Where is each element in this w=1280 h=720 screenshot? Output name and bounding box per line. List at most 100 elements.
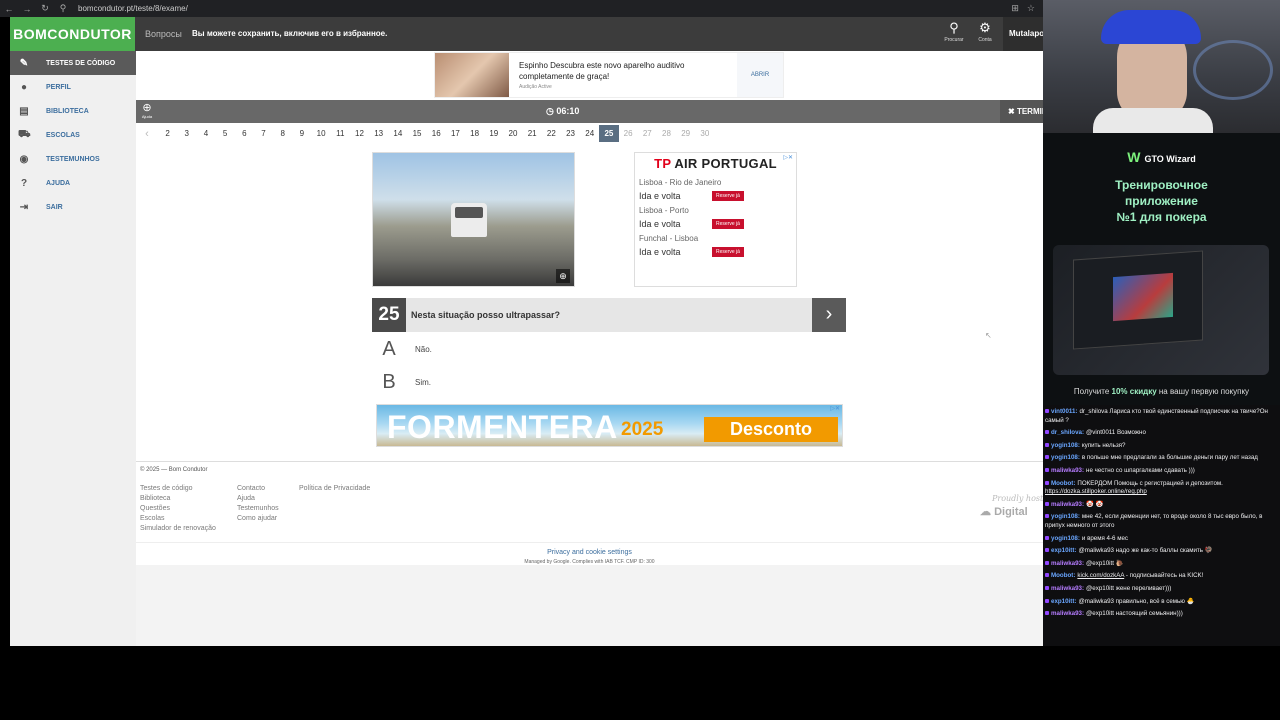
reload-icon[interactable]: ↻ xyxy=(36,3,54,14)
chat-username[interactable]: yogin108: xyxy=(1051,454,1080,461)
page-link-17[interactable]: 17 xyxy=(446,125,465,142)
page-link-15[interactable]: 15 xyxy=(407,125,426,142)
footer-link[interactable]: Testes de código xyxy=(140,484,216,494)
chat-message: Moobot: kick.com/dozkAA - подписывайтесь … xyxy=(1045,572,1278,581)
page-link-9[interactable]: 9 xyxy=(292,125,311,142)
site-info-icon[interactable]: ⚲ xyxy=(54,3,72,14)
page-link-20[interactable]: 20 xyxy=(503,125,522,142)
footer-link[interactable]: Escolas xyxy=(140,514,216,524)
page-link-7[interactable]: 7 xyxy=(254,125,273,142)
chevron-left-icon[interactable]: ‹ xyxy=(136,128,158,140)
ad-tap-portugal[interactable]: ▷✕ TP AIR PORTUGAL Lisboa - Rio de Janei… xyxy=(634,152,797,287)
page-link-26[interactable]: 26 xyxy=(619,125,638,142)
chat-username[interactable]: maliwka93: xyxy=(1051,501,1084,508)
page-link-2[interactable]: 2 xyxy=(158,125,177,142)
footer-link[interactable]: Como ajudar xyxy=(237,514,279,524)
ad-trip-type: Ida e volta xyxy=(639,247,681,257)
ad-formentera[interactable]: ▷✕ FORMENTERA 2025 Desconto xyxy=(376,404,843,447)
page-link-14[interactable]: 14 xyxy=(388,125,407,142)
account-button[interactable]: ⚙ Conta xyxy=(971,21,999,44)
user-name[interactable]: Mutalapo xyxy=(1003,17,1043,51)
footer-link[interactable]: Simulador de renovação xyxy=(140,524,216,534)
chat-username[interactable]: exp10itt: xyxy=(1051,547,1076,554)
bookmark-star-icon[interactable]: ☆ xyxy=(1027,3,1035,14)
ad-banner-cta[interactable]: Desconto xyxy=(704,417,838,442)
search-button[interactable]: ⚲ Procurar xyxy=(940,21,968,44)
footer-link[interactable]: Testemunhos xyxy=(237,504,279,514)
page-link-5[interactable]: 5 xyxy=(216,125,235,142)
site-logo[interactable]: BOMCONDUTOR xyxy=(10,17,135,51)
page-link-3[interactable]: 3 xyxy=(177,125,196,142)
gto-wizard-ad[interactable]: W GTO Wizard Тренировочное приложение №1 … xyxy=(1043,133,1280,405)
chevron-right-icon: › xyxy=(825,303,833,325)
address-bar[interactable]: bomcondutor.pt/teste/8/exame/ xyxy=(78,4,188,13)
ad-hearing-aid[interactable]: Espinho Descubra este novo aparelho audi… xyxy=(434,52,784,98)
chat-message: Moobot: ПОКЕРДОМ Помощь с регистрацией и … xyxy=(1045,480,1278,497)
chat-username[interactable]: yogin108: xyxy=(1051,513,1080,520)
chat-link[interactable]: kick.com/dozkAA xyxy=(1077,572,1124,579)
chat-username[interactable]: exp10itt: xyxy=(1051,598,1076,605)
page-link-8[interactable]: 8 xyxy=(273,125,292,142)
sidebar-item-ajuda[interactable]: ? AJUDA xyxy=(10,171,136,195)
sidebar-item-sair[interactable]: ⇥ SAIR xyxy=(10,195,136,219)
page-link-29[interactable]: 29 xyxy=(676,125,695,142)
chat-message: yogin108: в польше мне предлагали за боль… xyxy=(1045,454,1278,463)
chat-username[interactable]: Moobot: xyxy=(1051,572,1075,579)
page-link-13[interactable]: 13 xyxy=(369,125,388,142)
reserve-button[interactable]: Reserve já xyxy=(712,219,744,229)
hosting-badge[interactable]: Proudly hosted ☁ Digital xyxy=(980,494,1043,524)
next-question-button[interactable]: › xyxy=(812,298,846,332)
nav-questions-link[interactable]: Вопросы xyxy=(145,17,182,51)
page-link-12[interactable]: 12 xyxy=(350,125,369,142)
footer-link[interactable]: Política de Privacidade xyxy=(299,484,370,494)
help-button[interactable]: ⊕ Ajuda xyxy=(140,102,154,119)
sidebar-item-biblioteca[interactable]: ▤ BIBLIOTECA xyxy=(10,99,136,123)
terminate-button[interactable]: ✖ TERMINAR xyxy=(1000,100,1043,123)
ad-open-button[interactable]: ABRIR xyxy=(737,53,783,97)
privacy-settings-link[interactable]: Privacy and cookie settings xyxy=(136,549,1043,556)
chat-username[interactable]: maliwka93: xyxy=(1051,560,1084,567)
chat-username[interactable]: yogin108: xyxy=(1051,442,1080,449)
footer-link[interactable]: Biblioteca xyxy=(140,494,216,504)
answer-option-b[interactable]: B Sim. xyxy=(372,367,846,397)
reserve-button[interactable]: Reserve já xyxy=(712,191,744,201)
chat-username[interactable]: maliwka93: xyxy=(1051,610,1084,617)
answer-option-a[interactable]: A Não. xyxy=(372,334,846,364)
page-link-30[interactable]: 30 xyxy=(695,125,714,142)
chat-username[interactable]: maliwka93: xyxy=(1051,585,1084,592)
back-icon[interactable]: ← xyxy=(0,4,18,14)
chat-username[interactable]: maliwka93: xyxy=(1051,467,1084,474)
chat-username[interactable]: yogin108: xyxy=(1051,535,1080,542)
page-link-25[interactable]: 25 xyxy=(599,125,619,142)
chat-username[interactable]: vint0011: xyxy=(1051,408,1077,415)
sidebar-item-testemunhos[interactable]: ◉ TESTEMUNHOS xyxy=(10,147,136,171)
page-link-18[interactable]: 18 xyxy=(465,125,484,142)
sidebar-item-testes[interactable]: ✎ TESTES DE CÓDIGO xyxy=(10,51,136,75)
page-link-6[interactable]: 6 xyxy=(235,125,254,142)
sidebar-item-perfil[interactable]: ● PERFIL xyxy=(10,75,136,99)
sidebar-item-escolas[interactable]: ⛟ ESCOLAS xyxy=(10,123,136,147)
page-link-24[interactable]: 24 xyxy=(580,125,599,142)
chat-link[interactable]: https://dozka.stillpoker.online/reg.php xyxy=(1045,488,1147,495)
translate-icon[interactable]: ⊞ xyxy=(1011,3,1019,14)
forward-icon[interactable]: → xyxy=(18,4,36,14)
ad-choices-icon[interactable]: ▷✕ xyxy=(830,405,840,412)
page-link-10[interactable]: 10 xyxy=(312,125,331,142)
footer-link[interactable]: Contacto xyxy=(237,484,279,494)
zoom-icon[interactable]: ⊕ xyxy=(556,269,570,283)
reserve-button[interactable]: Reserve já xyxy=(712,247,744,257)
page-link-21[interactable]: 21 xyxy=(523,125,542,142)
page-link-23[interactable]: 23 xyxy=(561,125,580,142)
page-link-27[interactable]: 27 xyxy=(638,125,657,142)
footer-link[interactable]: Questões xyxy=(140,504,216,514)
page-link-28[interactable]: 28 xyxy=(657,125,676,142)
page-link-22[interactable]: 22 xyxy=(542,125,561,142)
page-link-4[interactable]: 4 xyxy=(196,125,215,142)
page-link-11[interactable]: 11 xyxy=(331,125,350,142)
footer-link[interactable]: Ajuda xyxy=(237,494,279,504)
page-link-19[interactable]: 19 xyxy=(484,125,503,142)
chat-username[interactable]: Moobot: xyxy=(1051,480,1075,487)
chat-username[interactable]: dr_shilova: xyxy=(1051,429,1084,436)
ad-choices-icon[interactable]: ▷✕ xyxy=(783,154,793,161)
page-link-16[interactable]: 16 xyxy=(427,125,446,142)
